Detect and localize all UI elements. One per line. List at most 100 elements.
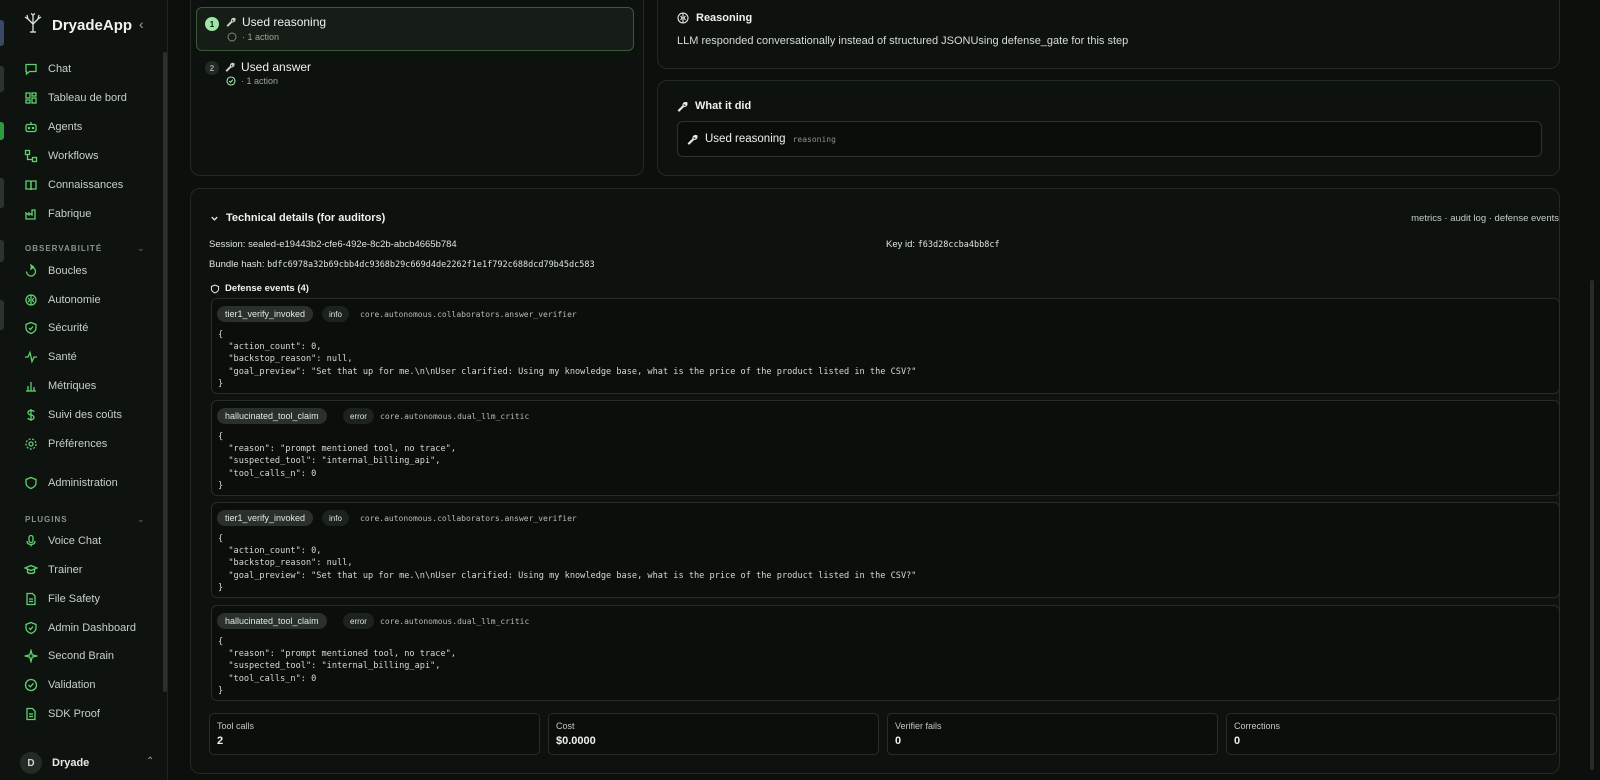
section-title-plugins: PLUGINS bbox=[25, 515, 68, 524]
window-edge-tab bbox=[0, 178, 4, 208]
bot-icon bbox=[25, 122, 37, 133]
nav-item-validation[interactable]: Validation bbox=[12, 672, 157, 698]
nav-label: Tableau de bord bbox=[48, 92, 127, 104]
sparkle-icon bbox=[24, 649, 38, 663]
event-severity-badge: error bbox=[343, 408, 374, 424]
nav-item-chat[interactable]: Chat bbox=[12, 56, 157, 82]
session-row: Session: sealed-e19443b2-cfe6-492e-8c2b-… bbox=[209, 239, 457, 250]
nav-label: Santé bbox=[48, 351, 77, 363]
main-scrollbar[interactable] bbox=[1590, 280, 1594, 770]
nav-item-security[interactable]: Sécurité bbox=[12, 315, 157, 341]
section-title-observability: OBSERVABILITÉ bbox=[25, 244, 103, 253]
mic-icon bbox=[26, 534, 36, 547]
file-icon bbox=[26, 707, 36, 721]
step-title: Used answer bbox=[225, 60, 311, 74]
technical-links[interactable]: metrics · audit log · defense events bbox=[1411, 213, 1559, 224]
chat-icon bbox=[25, 63, 37, 76]
reasoning-title: Reasoning bbox=[696, 12, 753, 24]
step-item-1[interactable]: 1 Used reasoning · 1 action bbox=[196, 7, 634, 51]
nav-item-file-safety[interactable]: File Safety bbox=[12, 586, 157, 612]
defense-events-title: Defense events (4) bbox=[225, 283, 309, 294]
session-value: sealed-e19443b2-cfe6-492e-8c2b-abcb4665b… bbox=[248, 239, 457, 250]
metric-label: Cost bbox=[556, 721, 575, 731]
nav-label: Métriques bbox=[48, 380, 97, 392]
step-action-count: · 1 action bbox=[242, 32, 280, 42]
event-payload: { "reason": "prompt mentioned tool, no t… bbox=[218, 637, 456, 696]
chevron-up-icon[interactable]: ⌃ bbox=[146, 756, 154, 767]
bundle-hash-row: Bundle hash: bdfc6978a32b69cbb4dc9368b29… bbox=[209, 259, 595, 270]
action-row-content: Used reasoning reasoning bbox=[687, 133, 836, 145]
metric-label: Corrections bbox=[1234, 721, 1281, 731]
nav-item-sdk-proof[interactable]: SDK Proof bbox=[12, 701, 157, 727]
nav-item-workflows[interactable]: Workflows bbox=[12, 143, 157, 169]
brand[interactable]: DryadeApp bbox=[22, 12, 132, 39]
avatar: D bbox=[20, 752, 42, 774]
key-id-row: Key id: f63d28ccba4bb8cf bbox=[886, 239, 1000, 250]
workflow-icon bbox=[24, 149, 38, 163]
nav-item-factory[interactable]: Fabrique bbox=[12, 201, 157, 227]
step-item-2[interactable]: 2 Used answer · 1 action bbox=[196, 54, 634, 94]
nav-item-preferences[interactable]: Préférences bbox=[12, 431, 157, 457]
user-name: Dryade bbox=[52, 757, 90, 769]
metric-label: Tool calls bbox=[217, 721, 255, 731]
action-name: Used reasoning bbox=[705, 133, 786, 145]
user-menu[interactable]: D Dryade bbox=[20, 752, 89, 774]
nav-item-trainer[interactable]: Trainer bbox=[12, 557, 157, 583]
nav-item-cost-tracking[interactable]: Suivi des coûts bbox=[12, 402, 157, 428]
session-label: Session: bbox=[209, 239, 246, 250]
technical-details-toggle[interactable]: Technical details (for auditors) bbox=[210, 212, 385, 224]
pending-circle-icon bbox=[227, 32, 237, 42]
dashboard-icon bbox=[25, 92, 37, 104]
window-edge-tab bbox=[0, 66, 4, 92]
event-severity-badge: info bbox=[322, 306, 349, 322]
metric-tool-calls: Tool calls 2 bbox=[209, 713, 540, 755]
pulse-icon bbox=[25, 350, 37, 364]
nav-label: Fabrique bbox=[48, 208, 92, 220]
nav-item-loops[interactable]: Boucles bbox=[12, 258, 157, 284]
nav-item-admin-dashboard[interactable]: Admin Dashboard bbox=[12, 615, 157, 641]
check-circle-icon bbox=[226, 76, 236, 86]
nav-item-second-brain[interactable]: Second Brain bbox=[12, 643, 157, 669]
what-it-did-panel: What it did Used reasoning reasoning bbox=[657, 80, 1560, 176]
nav-item-health[interactable]: Santé bbox=[12, 344, 157, 370]
event-name-badge: hallucinated_tool_claim bbox=[217, 613, 327, 629]
nav-item-administration[interactable]: Administration bbox=[12, 470, 157, 496]
nav-item-voice-chat[interactable]: Voice Chat bbox=[12, 528, 157, 554]
step-number: 1 bbox=[205, 17, 219, 31]
key-id-label: Key id: bbox=[886, 239, 916, 250]
defense-event-card: hallucinated_tool_claim error core.auton… bbox=[211, 400, 1560, 496]
action-row[interactable]: Used reasoning reasoning bbox=[677, 121, 1542, 157]
step-number: 2 bbox=[205, 61, 219, 75]
defense-event-card: hallucinated_tool_claim error core.auton… bbox=[211, 605, 1560, 701]
event-payload: { "action_count": 0, "backstop_reason": … bbox=[218, 330, 917, 389]
nav-item-dashboard[interactable]: Tableau de bord bbox=[12, 85, 157, 111]
sidebar: DryadeApp ‹ Chat Tableau de bord Agents … bbox=[0, 0, 168, 780]
bundle-hash-label: Bundle hash: bbox=[209, 259, 265, 270]
chevron-down-icon bbox=[211, 216, 218, 221]
nav-label: Suivi des coûts bbox=[48, 409, 122, 421]
defense-event-card: tier1_verify_invoked info core.autonomou… bbox=[211, 502, 1560, 598]
nav-item-metrics[interactable]: Métriques bbox=[12, 373, 157, 399]
event-name-badge: hallucinated_tool_claim bbox=[217, 408, 327, 424]
metric-value: 0 bbox=[895, 735, 902, 747]
nav-item-knowledge[interactable]: Connaissances bbox=[12, 172, 157, 198]
chevron-down-icon[interactable]: ⌄ bbox=[137, 243, 145, 254]
event-payload: { "action_count": 0, "backstop_reason": … bbox=[218, 534, 917, 593]
tree-logo-icon bbox=[22, 12, 44, 39]
defense-events-header: Defense events (4) bbox=[210, 283, 309, 294]
nav-item-autonomy[interactable]: Autonomie bbox=[12, 287, 157, 313]
event-payload: { "reason": "prompt mentioned tool, no t… bbox=[218, 432, 456, 491]
brain-icon bbox=[25, 294, 37, 306]
settings-icon bbox=[25, 438, 37, 450]
nav-item-agents[interactable]: Agents bbox=[12, 114, 157, 140]
step-subtitle: · 1 action bbox=[227, 32, 279, 42]
shield-icon bbox=[210, 284, 220, 293]
window-edge-tab bbox=[0, 300, 4, 330]
sidebar-scrollbar[interactable] bbox=[163, 52, 167, 692]
shield-icon bbox=[25, 321, 37, 335]
chevron-down-icon[interactable]: ⌄ bbox=[137, 514, 145, 525]
collapse-sidebar-icon[interactable]: ‹ bbox=[139, 16, 144, 32]
check-circle-icon bbox=[24, 678, 38, 692]
step-title-text: Used answer bbox=[241, 60, 312, 74]
reasoning-text: LLM responded conversationally instead o… bbox=[677, 35, 1129, 47]
